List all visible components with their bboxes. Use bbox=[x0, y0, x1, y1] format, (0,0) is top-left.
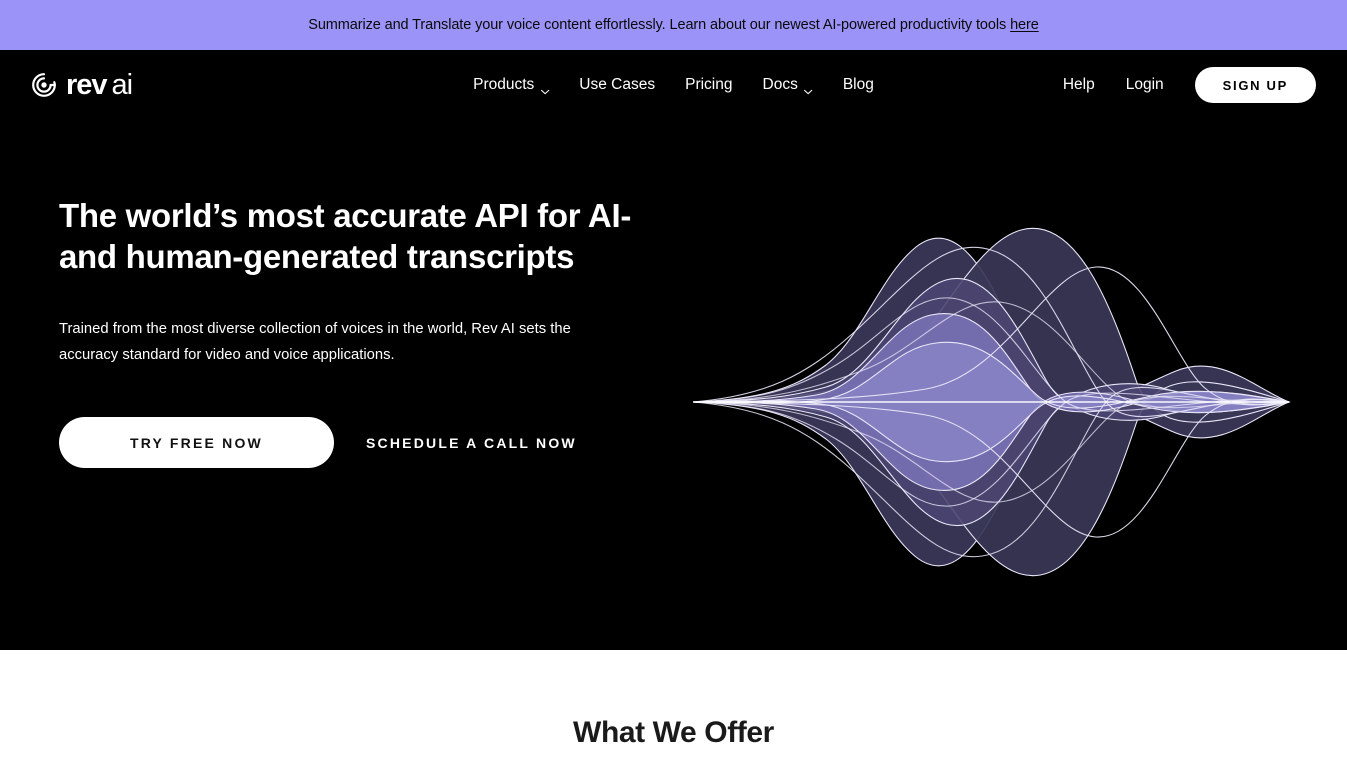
sign-up-button[interactable]: SIGN UP bbox=[1194, 67, 1316, 103]
nav-item-products[interactable]: Products bbox=[473, 76, 549, 95]
hero-cta-group: TRY FREE NOW SCHEDULE A CALL NOW bbox=[59, 417, 639, 468]
chevron-down-icon bbox=[540, 82, 549, 95]
chevron-down-icon bbox=[804, 82, 813, 95]
main-navigation: Products Use Cases Pricing Docs Blog bbox=[473, 76, 874, 95]
login-link[interactable]: Login bbox=[1126, 76, 1164, 94]
brand-logo[interactable]: rev ai bbox=[31, 68, 134, 101]
nav-item-use-cases[interactable]: Use Cases bbox=[579, 76, 655, 94]
hero-subtitle: Trained from the most diverse collection… bbox=[59, 321, 571, 363]
nav-item-products-label: Products bbox=[473, 76, 535, 93]
nav-item-blog[interactable]: Blog bbox=[843, 76, 874, 94]
hero-content: The world’s most accurate API for AI- an… bbox=[59, 195, 639, 468]
help-link[interactable]: Help bbox=[1063, 76, 1095, 94]
hero-title-line-2: and human-generated transcripts bbox=[59, 238, 575, 275]
header-actions: Help Login SIGN UP bbox=[1063, 67, 1316, 103]
try-free-now-button[interactable]: TRY FREE NOW bbox=[59, 417, 334, 468]
brand-wordmark: rev ai bbox=[66, 68, 134, 101]
what-we-offer-section: What We Offer bbox=[0, 650, 1347, 768]
what-we-offer-title: What We Offer bbox=[573, 716, 774, 749]
brand-name-rev: rev bbox=[66, 68, 108, 101]
announcement-banner: Summarize and Translate your voice conte… bbox=[0, 0, 1347, 50]
audio-waveform-illustration: .wv { stroke: #e8e6f7; stroke-width: 1.1… bbox=[676, 175, 1306, 630]
announcement-text: Summarize and Translate your voice conte… bbox=[308, 17, 1007, 33]
hero-title: The world’s most accurate API for AI- an… bbox=[59, 195, 639, 277]
brand-name-ai: ai bbox=[111, 68, 134, 101]
announcement-here-link[interactable]: here bbox=[1010, 17, 1039, 33]
hero-section: rev ai Products Use Cases Pricing Docs Bl… bbox=[0, 50, 1347, 650]
hero-title-line-1: The world’s most accurate API for AI- bbox=[59, 197, 632, 234]
rev-spiral-logo-icon bbox=[31, 72, 57, 98]
nav-item-docs-label: Docs bbox=[762, 76, 798, 93]
nav-item-docs[interactable]: Docs bbox=[762, 76, 813, 95]
schedule-a-call-now-button[interactable]: SCHEDULE A CALL NOW bbox=[366, 435, 577, 451]
site-header: rev ai Products Use Cases Pricing Docs Bl… bbox=[0, 50, 1347, 120]
nav-item-pricing[interactable]: Pricing bbox=[685, 76, 732, 94]
